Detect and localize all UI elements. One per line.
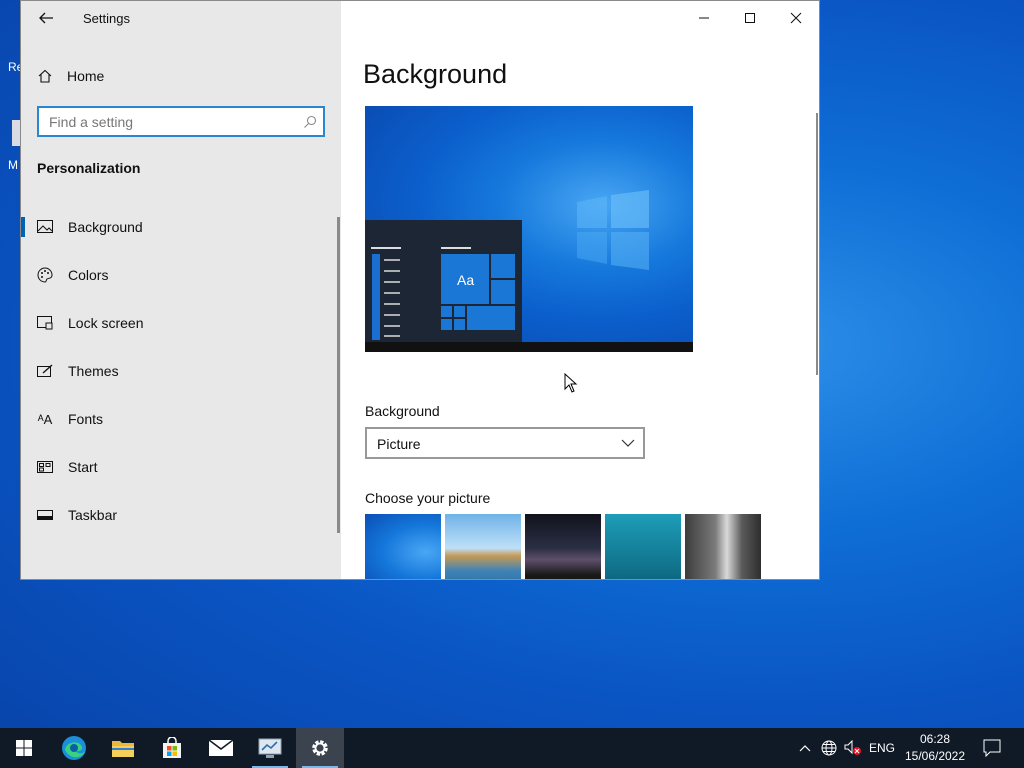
nav-item-background[interactable]: Background [21, 203, 337, 251]
settings-window: Settings Home Personalization Background [20, 0, 820, 580]
home-nav-item[interactable]: Home [37, 63, 104, 89]
network-button[interactable] [818, 728, 840, 768]
nav-label: Taskbar [68, 507, 118, 523]
search-input[interactable] [39, 108, 289, 135]
nav-item-lock-screen[interactable]: Lock screen [21, 299, 337, 347]
back-button[interactable] [35, 7, 57, 29]
background-type-label: Background [365, 403, 440, 419]
action-center-button[interactable] [978, 728, 1006, 768]
nav-label: Fonts [68, 411, 104, 427]
sidebar-scrollbar[interactable] [337, 217, 340, 533]
choose-picture-label: Choose your picture [365, 490, 491, 506]
close-button[interactable] [773, 1, 819, 35]
maximize-button[interactable] [727, 1, 773, 35]
themes-icon [37, 363, 53, 379]
desktop-icon-label-fragment-2: M [8, 158, 18, 172]
home-icon [38, 69, 52, 83]
section-title: Personalization [37, 160, 141, 176]
nav-label: Start [68, 459, 98, 475]
minimize-button[interactable] [681, 1, 727, 35]
taskbar-icon [37, 507, 53, 523]
nav-label: Colors [68, 267, 109, 283]
background-type-dropdown[interactable]: Picture [365, 427, 645, 459]
taskbar: ENG 06:28 15/06/2022 [0, 728, 1024, 768]
picture-thumbnails [365, 514, 761, 579]
system-clock[interactable]: 06:28 15/06/2022 [900, 731, 970, 765]
picture-thumbnail-underwater[interactable] [605, 514, 681, 579]
dropdown-selected-value: Picture [377, 436, 421, 452]
nav-label: Lock screen [68, 315, 144, 331]
settings-sidebar: Settings Home Personalization Background [21, 1, 341, 579]
taskbar-file-explorer-button[interactable] [99, 728, 147, 768]
nav-item-fonts[interactable]: ᴬA Fonts [21, 395, 337, 443]
network-globe-icon [821, 740, 837, 756]
taskbar-mail-button[interactable] [197, 728, 245, 768]
page-title: Background [363, 59, 508, 89]
search-box[interactable] [37, 106, 325, 137]
edge-browser-icon [62, 736, 86, 760]
preview-start-menu: Aa [365, 220, 522, 342]
maximize-icon [745, 13, 755, 23]
picture-icon [37, 219, 53, 235]
home-label: Home [67, 68, 105, 84]
folder-icon [112, 741, 134, 757]
volume-button[interactable] [842, 728, 864, 768]
volume-muted-icon [844, 740, 861, 755]
personalization-nav: Background Colors Lock screen Themes ᴬA … [21, 203, 337, 539]
notification-icon [983, 739, 1001, 757]
taskbar-remote-app-button[interactable] [246, 728, 294, 768]
taskbar-edge-button[interactable] [50, 728, 98, 768]
nav-label: Background [68, 219, 143, 235]
picture-thumbnail-rock[interactable] [685, 514, 761, 579]
back-arrow-icon [39, 12, 53, 24]
chevron-down-icon [621, 439, 635, 447]
nav-item-colors[interactable]: Colors [21, 251, 337, 299]
mouse-cursor-icon [564, 373, 578, 393]
close-icon [790, 12, 802, 24]
chevron-up-icon [799, 745, 811, 752]
fonts-icon: ᴬA [37, 411, 53, 427]
start-button[interactable] [0, 728, 48, 768]
picture-thumbnail-beach[interactable] [445, 514, 521, 579]
background-settings-content: Background Aa Background Picture Choose … [341, 1, 819, 579]
nav-item-themes[interactable]: Themes [21, 347, 337, 395]
nav-item-start[interactable]: Start [21, 443, 337, 491]
mail-icon [208, 739, 234, 756]
clock-time: 06:28 [919, 732, 951, 746]
windows-logo-light-icon [577, 190, 649, 270]
preview-taskbar [365, 342, 693, 352]
background-preview: Aa [365, 106, 693, 352]
remote-desktop-icon [258, 738, 282, 758]
store-bag-icon [163, 737, 181, 758]
picture-thumbnail-night-sky[interactable] [525, 514, 601, 579]
window-controls [681, 1, 819, 35]
nav-label: Themes [68, 363, 119, 379]
palette-icon [37, 267, 53, 283]
windows-start-icon [16, 740, 32, 756]
minimize-icon [699, 17, 709, 19]
nav-item-taskbar[interactable]: Taskbar [21, 491, 337, 539]
show-hidden-icons-button[interactable] [794, 728, 816, 768]
clock-date: 15/06/2022 [904, 749, 966, 763]
language-indicator[interactable]: ENG [866, 728, 898, 768]
content-scrollbar[interactable] [816, 113, 818, 375]
taskbar-store-button[interactable] [148, 728, 196, 768]
picture-thumbnail-windows[interactable] [365, 514, 441, 579]
window-title: Settings [83, 11, 130, 26]
lock-screen-icon [37, 315, 53, 331]
start-icon [37, 459, 53, 475]
taskbar-settings-button[interactable] [296, 728, 344, 768]
search-icon[interactable] [303, 115, 317, 129]
preview-tile-text: Aa [457, 272, 475, 288]
title-bar: Settings [21, 1, 341, 35]
gear-icon [312, 740, 328, 756]
